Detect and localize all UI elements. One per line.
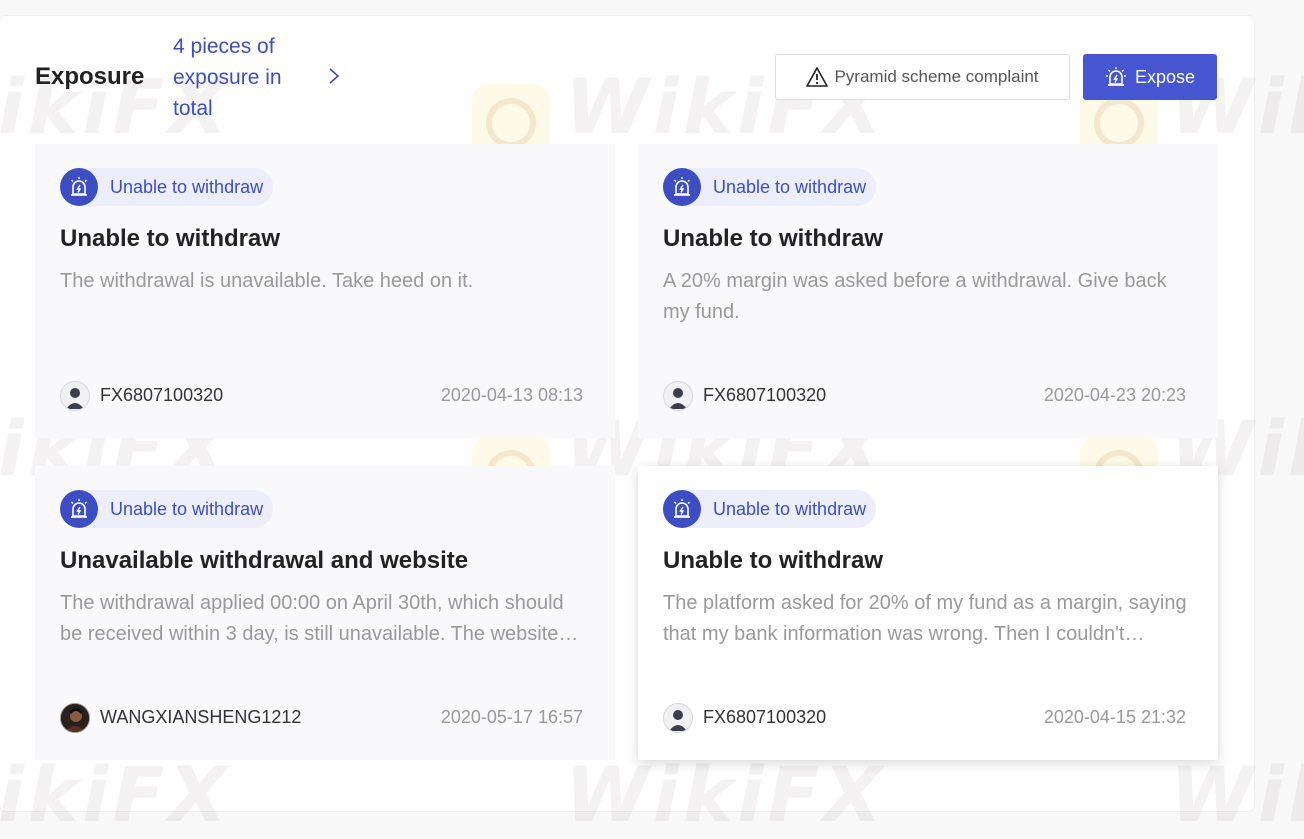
category-tag-label: Unable to withdraw (110, 498, 264, 519)
exposure-card[interactable]: Unable to withdraw Unable to withdraw A … (638, 144, 1218, 438)
timestamp: 2020-05-17 16:57 (440, 707, 583, 727)
alarm-icon (1105, 67, 1126, 86)
alarm-icon (663, 168, 701, 206)
card-title[interactable]: Unable to withdraw (60, 225, 280, 253)
category-tag: Unable to withdraw (663, 168, 877, 206)
category-tag: Unable to withdraw (663, 490, 877, 528)
card-title[interactable]: Unavailable withdrawal and website (60, 547, 468, 575)
card-title[interactable]: Unable to withdraw (663, 547, 883, 575)
category-tag-label: Unable to withdraw (713, 498, 867, 519)
exposure-card[interactable]: Unable to withdraw Unavailable withdrawa… (35, 466, 615, 760)
timestamp: 2020-04-15 21:32 (1043, 707, 1186, 727)
page-title: Exposure (35, 63, 145, 90)
card-description: The withdrawal is unavailable. Take heed… (60, 270, 474, 292)
username[interactable]: FX6807100320 (703, 707, 826, 728)
default-avatar-icon (60, 381, 90, 411)
warning-icon (806, 67, 829, 87)
card-description: The platform asked for 20% of my fund as… (663, 592, 1187, 645)
category-tag: Unable to withdraw (60, 168, 274, 206)
expose-label: Expose (1134, 66, 1196, 87)
exposure-card[interactable]: Unable to withdraw Unable to withdraw Th… (638, 466, 1218, 760)
category-tag-label: Unable to withdraw (110, 176, 264, 197)
card-title[interactable]: Unable to withdraw (663, 225, 883, 253)
expose-button[interactable]: Expose (1083, 54, 1217, 100)
pyramid-scheme-complaint-button[interactable]: Pyramid scheme complaint (775, 54, 1070, 100)
pyramid-scheme-complaint-label: Pyramid scheme complaint (834, 67, 1039, 86)
category-tag: Unable to withdraw (60, 490, 274, 528)
username[interactable]: FX6807100320 (100, 385, 223, 406)
alarm-icon (663, 490, 701, 528)
timestamp: 2020-04-23 20:23 (1043, 385, 1186, 405)
default-avatar-icon (663, 703, 693, 733)
username[interactable]: WANGXIANSHENG1212 (100, 707, 301, 728)
alarm-icon (60, 490, 98, 528)
username[interactable]: FX6807100320 (703, 385, 826, 406)
card-description: A 20% margin was asked before a withdraw… (663, 270, 1167, 323)
default-avatar-icon (663, 381, 693, 411)
user-photo-avatar (60, 703, 90, 733)
timestamp: 2020-04-13 08:13 (440, 385, 583, 405)
alarm-icon (60, 168, 98, 206)
exposure-card[interactable]: Unable to withdraw Unable to withdraw Th… (35, 144, 615, 438)
chevron-right-icon[interactable] (326, 66, 342, 86)
category-tag-label: Unable to withdraw (713, 176, 867, 197)
exposure-count-link[interactable]: 4 pieces of exposure in total (173, 31, 323, 124)
card-description: The withdrawal applied 00:00 on April 30… (60, 592, 564, 645)
